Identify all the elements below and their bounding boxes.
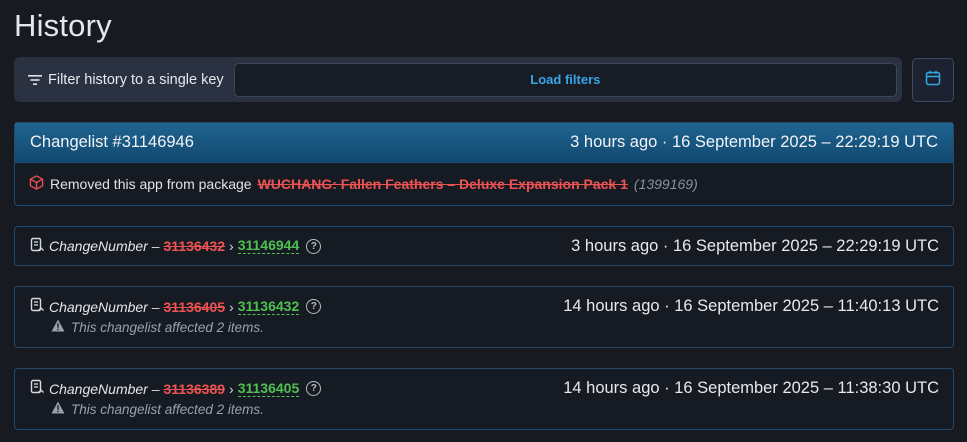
page-title: History (14, 8, 112, 43)
help-icon[interactable]: ? (306, 299, 322, 314)
package-link[interactable]: WUCHANG: Fallen Feathers – Deluxe Expans… (258, 176, 628, 192)
change-time: 14 hours ago · 16 September 2025 – 11:40… (563, 297, 939, 315)
changelist-time: 3 hours ago · 16 September 2025 – 22:29:… (570, 133, 938, 151)
history-row: ChangeNumber – 31136432 › 31146944 ? 3 h… (14, 226, 954, 266)
change-entry: ChangeNumber – 31136389 › 31136405 ? (29, 379, 322, 398)
help-icon[interactable]: ? (306, 381, 322, 396)
change-arrow: › (229, 380, 234, 397)
old-value: 31136405 (163, 298, 226, 315)
calendar-icon (925, 70, 941, 91)
filter-bar: Filter history to a single key Load filt… (14, 57, 902, 102)
history-row: ChangeNumber – 31136405 › 31136432 ? 14 … (14, 286, 954, 348)
change-entry: ChangeNumber – 31136405 › 31136432 ? (29, 297, 322, 316)
filter-icon (28, 74, 42, 86)
affected-note-text: This changelist affected 2 items. (71, 319, 264, 335)
changelist-icon (29, 237, 45, 256)
changelist-card: Changelist #31146946 3 hours ago · 16 Se… (14, 122, 954, 206)
change-arrow: › (229, 298, 234, 315)
history-row: ChangeNumber – 31136389 › 31136405 ? 14 … (14, 368, 954, 430)
old-value: 31136389 (163, 380, 226, 397)
changelist-icon (29, 297, 45, 316)
help-icon[interactable]: ? (306, 238, 322, 254)
warning-icon (51, 401, 65, 417)
changelist-body: Removed this app from package WUCHANG: F… (15, 163, 953, 205)
old-value: 31136432 (163, 238, 226, 254)
package-id: (1399169) (633, 176, 698, 192)
change-key: ChangeNumber – (49, 238, 160, 254)
package-icon (29, 175, 44, 193)
new-value[interactable]: 31136432 (237, 298, 300, 315)
history-page: History Filter history to a single key L… (0, 0, 967, 442)
changelist-message: Removed this app from package (50, 176, 252, 192)
change-time: 14 hours ago · 16 September 2025 – 11:38… (563, 379, 939, 397)
filter-single-key-button[interactable]: Filter history to a single key (28, 72, 224, 88)
changelist-title[interactable]: Changelist #31146946 (30, 133, 194, 152)
load-filters-button[interactable]: Load filters (233, 62, 897, 97)
changelist-icon (29, 379, 45, 398)
change-entry: ChangeNumber – 31136432 › 31146944 ? (29, 237, 322, 256)
change-key: ChangeNumber – (49, 298, 160, 315)
change-arrow: › (229, 238, 234, 254)
new-value[interactable]: 31136405 (237, 380, 300, 397)
affected-note-text: This changelist affected 2 items. (71, 401, 264, 417)
warning-icon (51, 319, 65, 335)
change-time: 3 hours ago · 16 September 2025 – 22:29:… (571, 236, 939, 255)
filter-label: Filter history to a single key (48, 71, 224, 88)
changelist-header: Changelist #31146946 3 hours ago · 16 Se… (15, 123, 953, 163)
calendar-button[interactable] (912, 58, 954, 102)
affected-note: This changelist affected 2 items. (51, 401, 939, 417)
change-key: ChangeNumber – (49, 380, 160, 397)
affected-note: This changelist affected 2 items. (51, 319, 939, 335)
new-value[interactable]: 31146944 (237, 238, 300, 254)
